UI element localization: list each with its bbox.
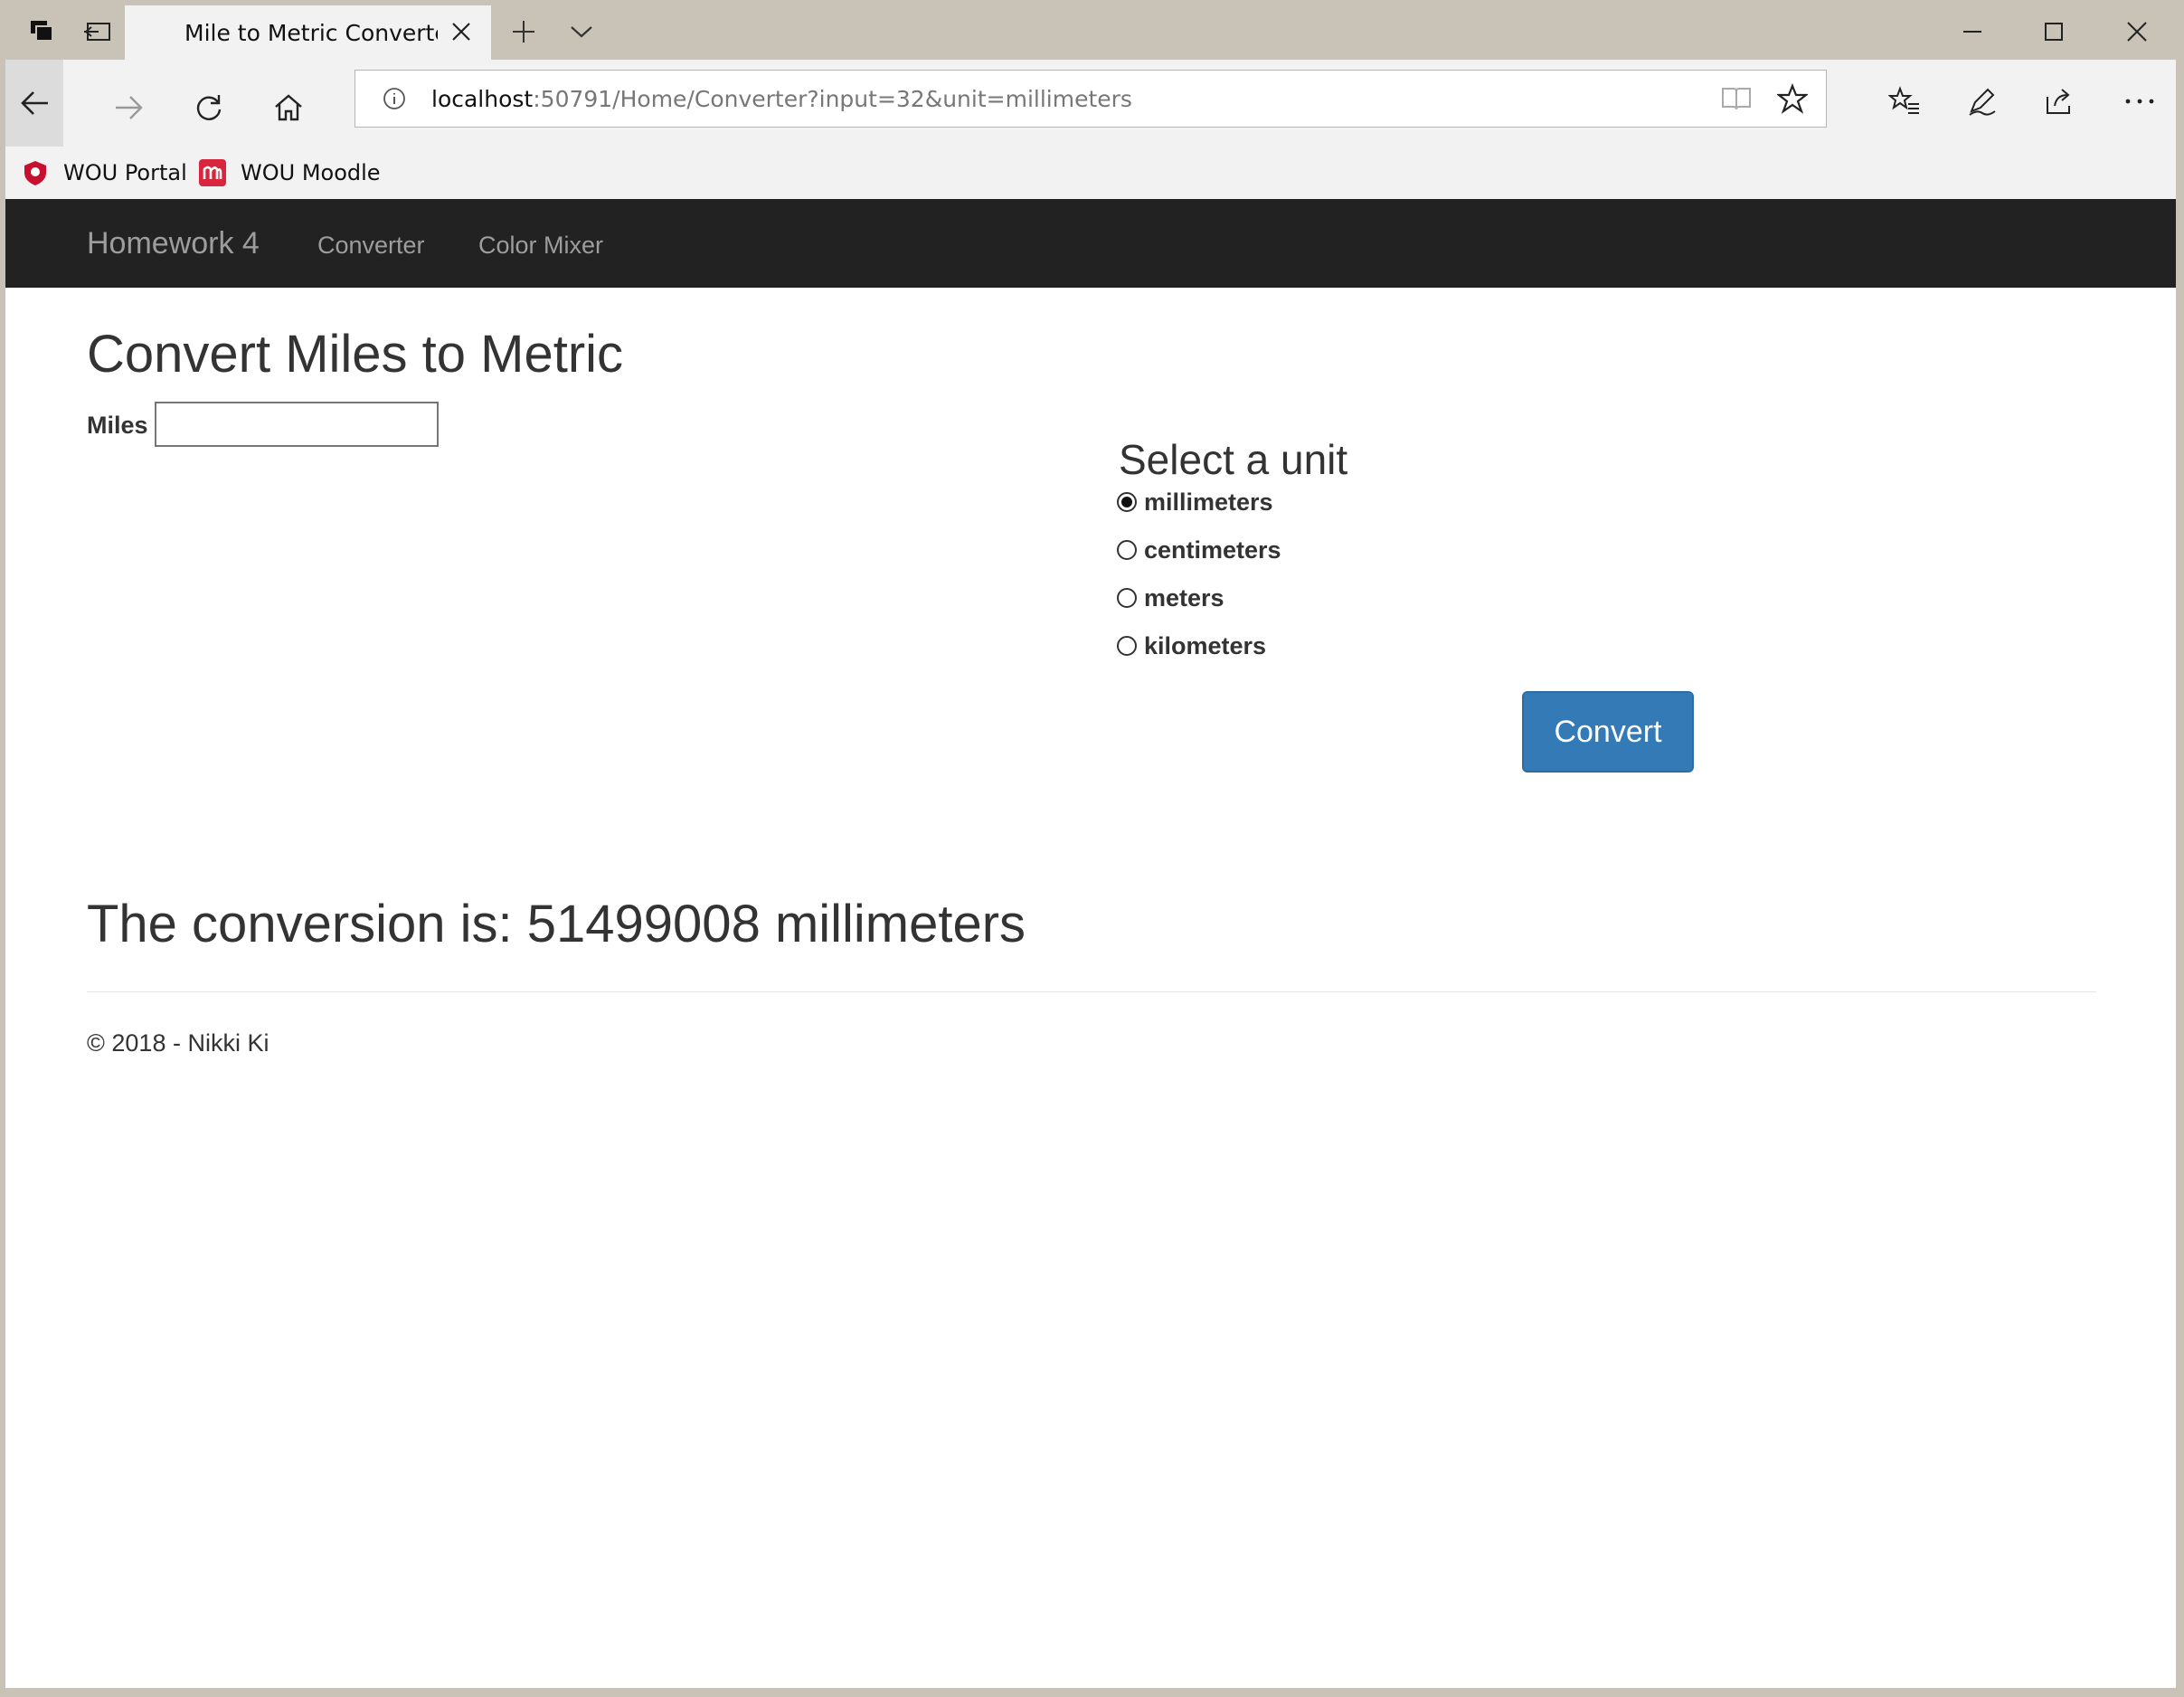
miles-input[interactable]	[155, 402, 439, 447]
close-window-icon[interactable]	[2096, 4, 2176, 60]
unit-heading: Select a unit	[1119, 436, 1348, 483]
tab-strip: Mile to Metric Converte	[5, 4, 2176, 60]
radio-label: millimeters	[1144, 488, 1273, 516]
unit-option-millimeters[interactable]: millimeters	[1117, 484, 1273, 520]
page-content: Convert Miles to Metric Miles Select a u…	[5, 288, 2176, 1688]
page-title: Convert Miles to Metric	[87, 325, 624, 384]
tab-preview-chevron-icon[interactable]	[559, 4, 604, 60]
address-toolbar: localhost:50791/Home/Converter?input=32&…	[5, 60, 2176, 147]
add-favorite-star-icon[interactable]	[1777, 83, 1808, 114]
url-path: :50791/Home/Converter?input=32&unit=mill…	[533, 86, 1132, 112]
favorite-label: WOU Moodle	[241, 160, 381, 185]
nav-link-converter[interactable]: Converter	[317, 232, 425, 260]
more-options-icon[interactable]	[2113, 72, 2167, 130]
miles-label: Miles	[87, 412, 148, 439]
radio-label: kilometers	[1144, 631, 1267, 659]
divider	[87, 991, 2096, 992]
tab-manager-icon[interactable]	[18, 4, 65, 60]
favorites-bar: WOU Portal WOU Moodle	[5, 147, 2176, 200]
home-icon[interactable]	[253, 72, 324, 143]
unit-option-kilometers[interactable]: kilometers	[1117, 628, 1266, 664]
minimize-icon[interactable]	[1932, 4, 2013, 60]
url-text[interactable]: localhost:50791/Home/Converter?input=32&…	[431, 86, 1132, 112]
unit-option-meters[interactable]: meters	[1117, 580, 1224, 616]
navbar-brand[interactable]: Homework 4	[87, 226, 260, 261]
footer-copyright: © 2018 - Nikki Ki	[87, 1029, 269, 1057]
maximize-icon[interactable]	[2013, 4, 2094, 60]
radio-label: centimeters	[1144, 536, 1281, 564]
reading-view-icon[interactable]	[1721, 85, 1752, 112]
url-host: localhost	[431, 86, 534, 112]
wou-portal-shield-icon	[22, 159, 49, 186]
conversion-result: The conversion is: 51499008 millimeters	[87, 895, 1026, 953]
close-tab-icon[interactable]	[449, 20, 473, 43]
tab-title: Mile to Metric Converte	[184, 19, 438, 46]
unit-option-centimeters[interactable]: centimeters	[1117, 532, 1281, 568]
site-navbar: Homework 4 Converter Color Mixer	[5, 199, 2176, 288]
radio-kilometers[interactable]	[1117, 636, 1137, 656]
new-tab-icon[interactable]	[501, 4, 546, 60]
moodle-m-icon	[199, 159, 226, 186]
favorite-label: WOU Portal	[63, 160, 187, 185]
radio-label: meters	[1144, 583, 1224, 611]
site-info-icon[interactable]	[383, 87, 406, 110]
nav-link-color-mixer[interactable]: Color Mixer	[478, 232, 603, 260]
refresh-icon[interactable]	[174, 72, 244, 143]
forward-icon[interactable]	[94, 72, 165, 143]
share-icon[interactable]	[2033, 72, 2087, 130]
convert-button[interactable]: Convert	[1522, 691, 1694, 773]
set-aside-tabs-icon[interactable]	[72, 4, 123, 60]
favorite-wou-portal[interactable]: WOU Portal	[22, 147, 187, 199]
radio-meters[interactable]	[1117, 588, 1137, 608]
radio-millimeters[interactable]	[1117, 492, 1137, 512]
browser-window: Mile to Metric Converte localhost:50791/…	[5, 4, 2176, 1688]
notes-pen-icon[interactable]	[1955, 72, 2009, 130]
radio-centimeters[interactable]	[1117, 540, 1137, 560]
active-tab[interactable]: Mile to Metric Converte	[125, 5, 491, 60]
address-bar[interactable]: localhost:50791/Home/Converter?input=32&…	[355, 70, 1827, 128]
favorite-wou-moodle[interactable]: WOU Moodle	[199, 147, 381, 199]
favorites-hub-icon[interactable]	[1877, 72, 1932, 130]
back-icon[interactable]	[5, 60, 63, 147]
